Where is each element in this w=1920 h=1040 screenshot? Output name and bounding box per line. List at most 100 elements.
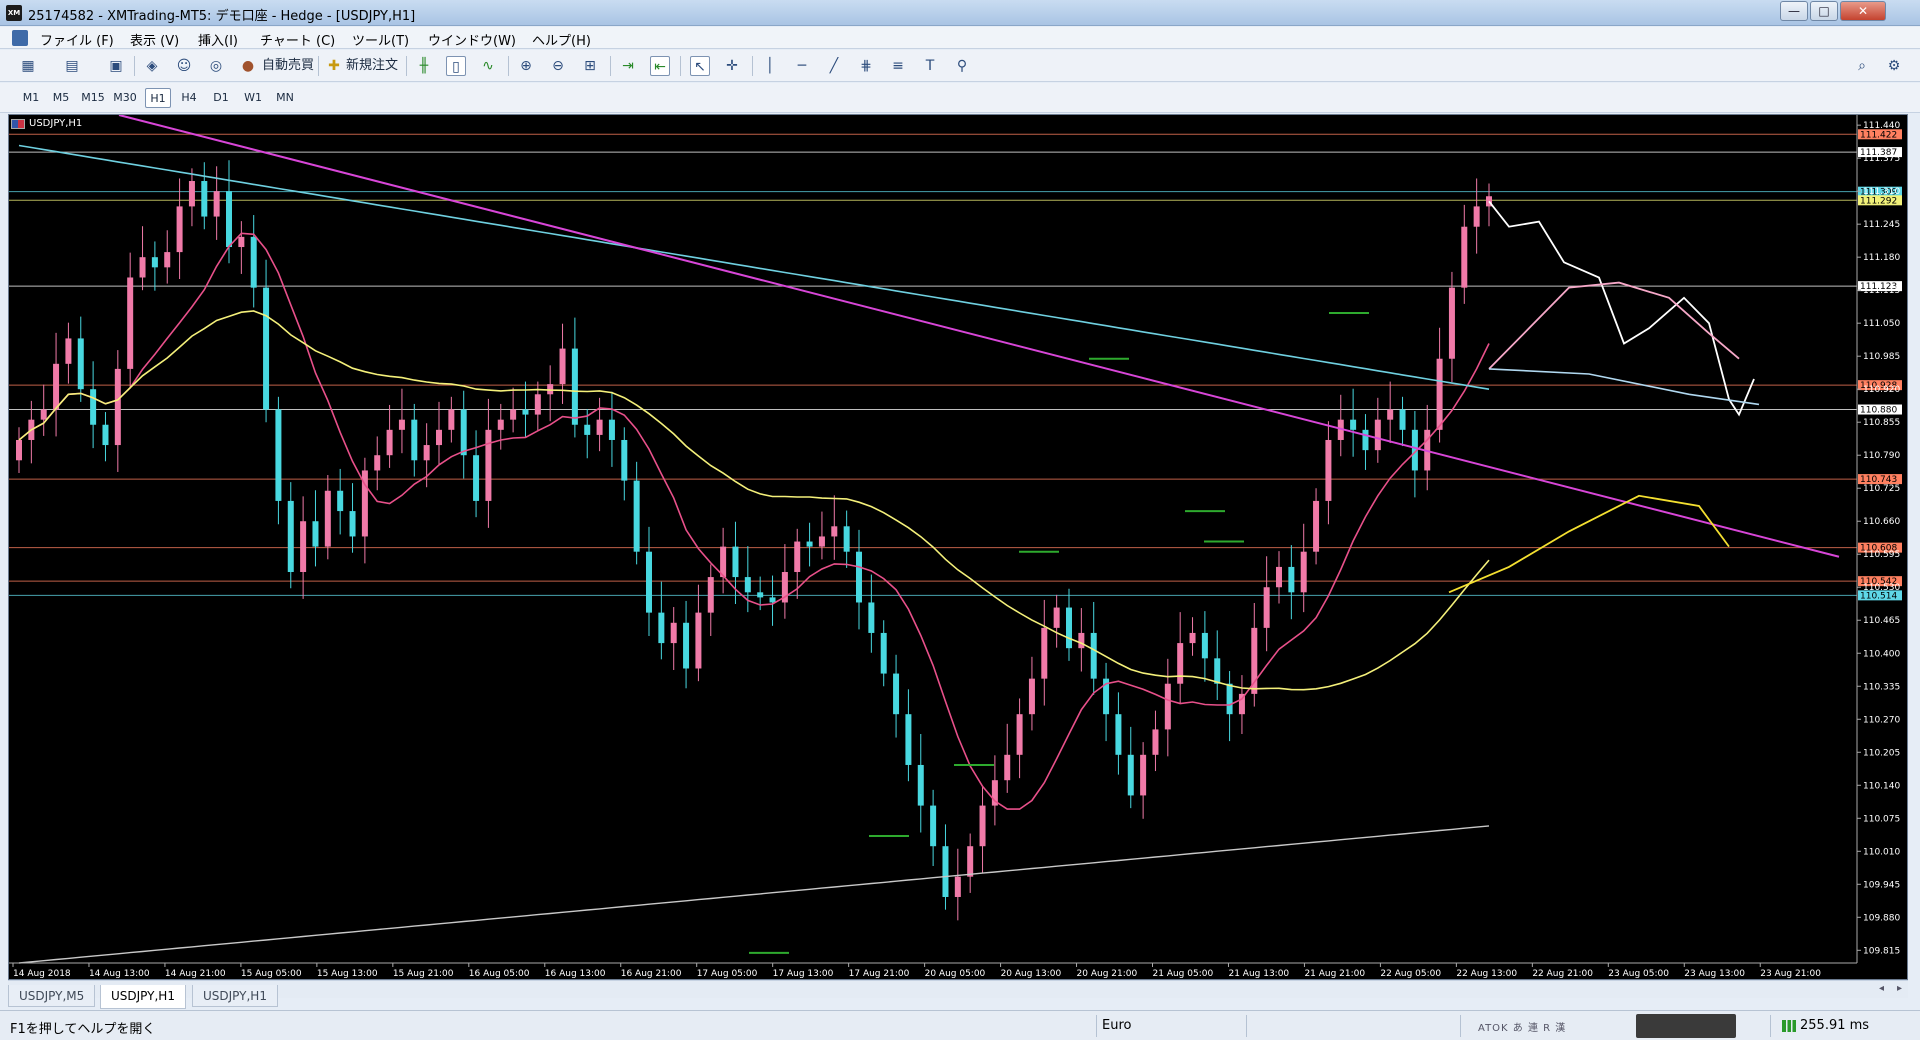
toolbar-separator	[610, 56, 611, 76]
signals-icon[interactable]: ◎	[206, 56, 226, 76]
tf-d1[interactable]: D1	[208, 88, 234, 108]
zoom-in-icon[interactable]: ⊕	[516, 56, 536, 76]
main-toolbar: ▦ ▤ ▣ ◈ ☺ ◎ ● 自動売買 ✚ 新規注文 ╫ ▯ ∿ ⊕ ⊖ ⊞ ⇥ …	[0, 50, 1920, 82]
tf-mn[interactable]: MN	[272, 88, 298, 108]
bar-chart-icon[interactable]: ╫	[414, 56, 434, 76]
profiles-icon[interactable]: ▤	[62, 56, 82, 76]
menu-insert[interactable]: 挿入(I)	[198, 30, 238, 49]
x-tick-label: 23 Aug 05:00	[1608, 969, 1669, 979]
tf-m5[interactable]: M5	[48, 88, 74, 108]
ime-language-icon[interactable]	[1636, 1014, 1736, 1038]
shapes-icon[interactable]: ⚲	[952, 56, 972, 76]
y-tick-label: 110.205	[1863, 748, 1900, 758]
market-watch-icon[interactable]: ◈	[142, 56, 162, 76]
scroll-right-icon[interactable]: ▸	[1897, 983, 1902, 994]
candle-body	[794, 541, 801, 573]
templates-icon[interactable]: ▣	[106, 56, 126, 76]
settings-icon[interactable]: ⚙	[1884, 56, 1904, 76]
x-tick-label: 21 Aug 21:00	[1304, 969, 1365, 979]
new-chart-icon[interactable]: ▦	[18, 56, 38, 76]
horizontal-scrollbar[interactable]: ◂ ▸	[8, 980, 1908, 998]
tile-windows-icon[interactable]: ⊞	[580, 56, 600, 76]
vertical-line-icon[interactable]: │	[760, 56, 780, 76]
auto-scroll-icon[interactable]: ⇥	[618, 56, 638, 76]
candle-body	[1325, 439, 1332, 501]
tf-m30[interactable]: M30	[112, 88, 138, 108]
crosshair-icon[interactable]: ✛	[722, 56, 742, 76]
cursor-icon[interactable]: ↖	[690, 56, 710, 76]
mt5-window: XM 25174582 - XMTrading-MT5: デモ口座 - Hedg…	[0, 0, 1920, 1040]
tf-m15[interactable]: M15	[80, 88, 106, 108]
price-chart[interactable]: 111.422111.387111.309111.292111.123110.9…	[9, 115, 1907, 979]
candle-body	[312, 521, 319, 547]
menu-tools[interactable]: ツール(T)	[352, 30, 409, 49]
chart-shift-icon[interactable]: ⇤	[650, 56, 670, 76]
candle-body	[1140, 754, 1147, 796]
auto-trade-icon[interactable]: ●	[238, 56, 258, 76]
fibonacci-icon[interactable]: ≡	[888, 56, 908, 76]
candle-body	[1004, 754, 1011, 781]
tab-usdjpy-m5[interactable]: USDJPY,M5	[8, 985, 96, 1007]
y-tick-label: 110.400	[1863, 649, 1900, 659]
candle-body	[522, 409, 529, 415]
chart-window[interactable]: 111.422 111.387 111.309 111.292 111.123 110.9…	[8, 114, 1908, 980]
horizontal-line-icon[interactable]: ─	[792, 56, 812, 76]
candle-body	[1201, 632, 1208, 659]
menu-window[interactable]: ウインドウ(W)	[428, 30, 516, 49]
candle-body	[744, 577, 751, 593]
menu-view[interactable]: 表示 (V)	[130, 30, 179, 49]
candle-body	[843, 526, 850, 552]
y-tick-label: 110.270	[1863, 715, 1900, 725]
pitchfork-icon[interactable]: ⋕	[856, 56, 876, 76]
search-icon[interactable]: ⌕	[1852, 56, 1872, 76]
zoom-out-icon[interactable]: ⊖	[548, 56, 568, 76]
candle-body	[547, 384, 554, 395]
tf-h1[interactable]: H1	[145, 88, 171, 108]
menu-file[interactable]: ファイル (F)	[40, 30, 114, 49]
candle-body	[349, 511, 356, 537]
candle-body	[967, 846, 974, 877]
candle-body	[398, 419, 405, 430]
candle-body	[65, 338, 72, 364]
candle-body	[670, 622, 677, 644]
menu-chart[interactable]: チャート (C)	[260, 30, 335, 49]
status-separator	[1246, 1015, 1247, 1037]
new-order-icon[interactable]: ✚	[324, 56, 344, 76]
tf-h4[interactable]: H4	[176, 88, 202, 108]
y-tick-label: 110.335	[1863, 682, 1900, 692]
menu-help[interactable]: ヘルプ(H)	[532, 30, 591, 49]
line-chart-icon[interactable]: ∿	[478, 56, 498, 76]
candle-body	[930, 805, 937, 847]
candle-body	[880, 632, 887, 674]
close-button[interactable]: ✕	[1840, 1, 1886, 21]
tab-usdjpy-h1[interactable]: USDJPY,H1	[100, 985, 186, 1009]
status-profile[interactable]: Euro	[1102, 1018, 1131, 1033]
ime-toolbar[interactable]: ATOK あ 連 R 漢	[1478, 1019, 1566, 1037]
scroll-left-icon[interactable]: ◂	[1879, 983, 1884, 994]
maximize-button[interactable]: □	[1810, 1, 1838, 21]
trendline-icon[interactable]: ╱	[824, 56, 844, 76]
ma-slow-line	[18, 144, 1490, 390]
candle-body	[534, 394, 541, 415]
candle-body	[621, 439, 628, 481]
text-tool-icon[interactable]: T	[920, 56, 940, 76]
navigator-icon[interactable]: ☺	[174, 56, 194, 76]
tab-usdjpy-h1-2[interactable]: USDJPY,H1	[192, 985, 278, 1007]
candle-body	[1177, 643, 1184, 684]
candle-body	[658, 612, 665, 644]
price-label-text: 111.422	[1860, 130, 1897, 140]
candle-body	[757, 592, 764, 598]
title-bar[interactable]: XM 25174582 - XMTrading-MT5: デモ口座 - Hedg…	[0, 0, 1920, 26]
auto-trade-button[interactable]: 自動売買	[262, 55, 314, 77]
candlestick-chart-icon[interactable]: ▯	[446, 56, 466, 76]
chart-doc-icon[interactable]	[12, 30, 28, 46]
tf-w1[interactable]: W1	[240, 88, 266, 108]
candle-body	[1448, 287, 1455, 359]
minimize-button[interactable]: —	[1780, 1, 1808, 21]
tf-m1[interactable]: M1	[18, 88, 44, 108]
y-tick-label: 111.245	[1863, 220, 1900, 230]
candle-body	[1374, 419, 1381, 451]
candle-body	[448, 409, 455, 430]
new-order-button[interactable]: 新規注文	[346, 55, 398, 77]
x-tick-label: 20 Aug 13:00	[1001, 969, 1062, 979]
